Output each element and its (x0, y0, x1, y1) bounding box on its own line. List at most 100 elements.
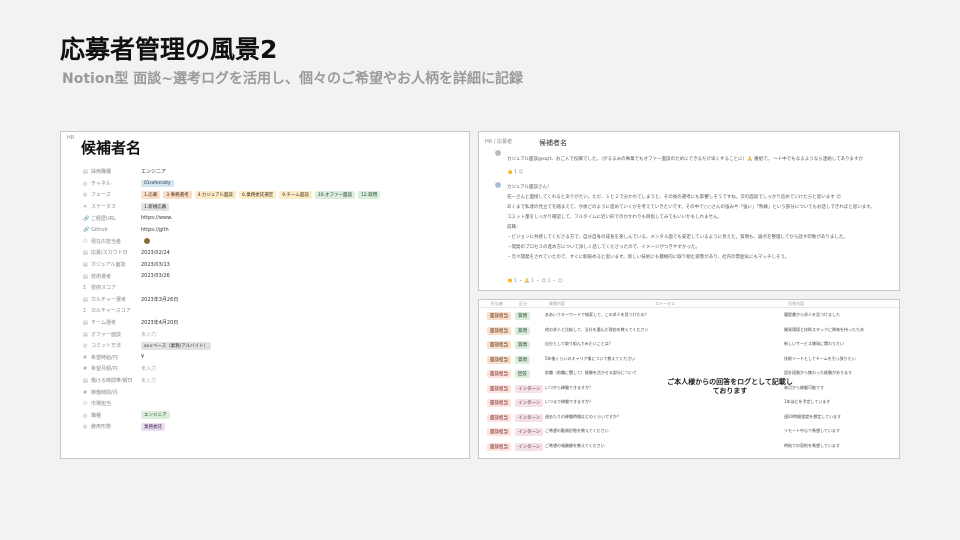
commenter-avatar (495, 182, 501, 188)
table-cell: インターン (515, 413, 544, 422)
property-value[interactable]: 未入力 (141, 365, 156, 372)
property-row[interactable]: ▤ カジュアル面談 2023/03/13 (83, 259, 463, 271)
table-row[interactable]: 面談担当 インターン いつまで稼働できますか？ 1年ほどを予定しています (479, 399, 899, 411)
table-row[interactable]: 面談担当 質問 自分として取り組んでみたいことは？ 新しいサービス開発に関わりたい (479, 341, 899, 353)
property-row[interactable]: ✳ ステータス 1.新規応募 (83, 201, 463, 213)
property-icon: ▤ (83, 250, 88, 257)
property-name: カジュアル面談 (91, 262, 126, 269)
table-header: 担当者 区分 質問内容 ステータス 回答内容 (479, 300, 899, 308)
property-icon: ◎ (83, 424, 88, 431)
property-name: フェーズ (91, 192, 111, 199)
table-cell: 週あたりの稼働時間はどのくらいですか？ (545, 413, 621, 419)
property-tag: 2023年3月26日 (141, 296, 179, 303)
property-value[interactable]: 01referralty (141, 179, 174, 187)
property-row[interactable]: ◎ コミット方法 os×ベース（業務/アルバイト） (83, 340, 463, 352)
property-tag: エンジニア (141, 169, 167, 176)
comment-line: コミット量をしっかり確認して、フルタイムに近い形でのかかわりも目指してみてもいい… (507, 215, 722, 220)
property-row[interactable]: ▤ 技術選考 2023/03/26 (83, 270, 463, 282)
table-row[interactable]: 面談担当 インターン ご希望の勤務形態を教えてください リモート中心で希望しています (479, 428, 899, 440)
property-name: Github (91, 226, 108, 233)
property-icon: Σ (83, 285, 87, 292)
property-row[interactable]: 🔗 Github https://gith (83, 224, 463, 236)
property-value[interactable]: 2023/03/13 (141, 262, 170, 268)
property-row[interactable]: ▤ オファー面談 未入力 (83, 328, 463, 340)
table-cell: 週20時間程度を想定しています (784, 413, 841, 419)
property-row[interactable]: ◎ チャネル 01referralty (83, 178, 463, 190)
property-value[interactable] (141, 238, 150, 245)
property-row[interactable]: ◎ 職種 エンジニア (83, 409, 463, 421)
property-row[interactable]: ⚇ 現在の担当者 (83, 236, 463, 248)
property-row[interactable]: ▤ チーム選考 2023年4月20日 (83, 317, 463, 329)
property-value[interactable]: 2023/02/24 (141, 250, 170, 256)
property-icon: ▤ (83, 320, 88, 327)
comment-log-screenshot: HR / 応募者 候補者名 カジュアル面談@sqrt、おご入で役職でした。（がる… (478, 131, 900, 291)
property-value[interactable]: 2023年3月26日 (141, 296, 178, 303)
table-cell: 自分として取り組んでみたいことは？ (545, 341, 613, 346)
annotation-callout: ご本人様からの回答をログとして記載しております (667, 378, 793, 395)
property-value[interactable]: 1.新規応募 (141, 202, 170, 211)
property-name: カルチャースコア (91, 308, 131, 315)
comment-line: カジュアル面談@sqrt、おご入で役職でした。（がるるみの事業でもオファー面談の… (507, 157, 864, 162)
property-value[interactable]: 業務委託 (141, 422, 165, 431)
qa-log-table-screenshot: 担当者 区分 質問内容 ステータス 回答内容 面談担当 質問 ああいうキーワードで検… (478, 299, 900, 459)
property-value[interactable]: エンジニア (141, 411, 170, 420)
table-row[interactable]: 面談担当 インターン ご希望の報酬額を教えてください 時給での契約を希望しています (479, 442, 899, 455)
property-row[interactable]: Σ 技術スコア (83, 282, 463, 294)
property-row[interactable]: ◎ 雇用形態 業務委託 (83, 421, 463, 433)
table-cell: 回答 (515, 370, 530, 378)
table-row[interactable]: 面談担当 質問 ああいうキーワードで検索して、この求人を見つけたの？ 履歴書から求人を… (479, 312, 899, 324)
table-cell: 設計段階から携わった経験があります (784, 370, 852, 375)
table-row[interactable]: 面談担当 インターン 週あたりの稼働時間はどのくらいですか？ 週20時間程度を想定して… (479, 413, 899, 426)
property-row[interactable]: # 稼働時間/月 (83, 386, 463, 398)
property-row[interactable]: # 希望時給/円 ¥ (83, 352, 463, 364)
property-value[interactable]: 2023年4月20日 (141, 319, 178, 326)
column-header: 担当者 (491, 300, 503, 306)
comment-1-reactions[interactable]: 👍 1 ☺ (507, 170, 523, 175)
slide-title: 応募者管理の風景2 (60, 35, 278, 64)
property-tag: 01referralty (141, 179, 174, 187)
property-row[interactable]: 🔗 ご経歴URL https://www. (83, 212, 463, 224)
property-row[interactable]: ⚇ 市場担当 (83, 398, 463, 410)
property-value[interactable]: https://www. (141, 215, 172, 221)
table-cell: いつから稼働できますか？ (545, 384, 593, 390)
property-row[interactable]: ▤ カルチャー選考 2023年3月26日 (83, 294, 463, 306)
property-tag: https://www. (141, 215, 173, 222)
table-cell: 面談担当 (487, 370, 511, 378)
property-value[interactable]: 未入力 (141, 331, 156, 338)
table-cell: インターン (515, 399, 544, 407)
table-cell: リモート中心で希望しています (784, 428, 840, 433)
property-icon: ▤ (83, 296, 88, 303)
property-tag: 3.事務選考 (163, 190, 192, 199)
property-row[interactable]: ◎ フェーズ 1.応募 3.事務選考 4.カジュアル面談 6.業務委託選定 9.チーム面談 1… (83, 189, 463, 201)
table-row[interactable]: 面談担当 質問 他の求人と比較して、当社を選んだ理由を教えてください 開発環境と技術ス… (479, 326, 899, 339)
property-row[interactable]: # 希望月額/円 未入力 (83, 363, 463, 375)
property-tag: 10.オファー面談 (314, 190, 356, 199)
property-tag: 業務委託 (141, 422, 165, 431)
candidate-name-title: 候補者名 (81, 139, 142, 157)
property-row[interactable]: ▤ 採用職種 エンジニア (83, 166, 463, 178)
property-value[interactable]: ¥ (141, 354, 144, 360)
property-value[interactable]: https://gith (141, 227, 169, 233)
breadcrumb: HR / 応募者 (485, 139, 513, 145)
table-row[interactable]: 面談担当 質問 5年後くらいのキャリア像について教えてください 技術リードとしてチーム… (479, 355, 899, 368)
property-value[interactable]: 1.応募 3.事務選考 4.カジュアル面談 6.業務委託選定 9.チーム面談 10.オファ… (141, 190, 381, 199)
comment-line: あくまで私達の見立てを踏まえて、今後どのように進めていくかを考えていきたいです。… (507, 205, 875, 210)
table-cell: 面談担当 (487, 428, 511, 436)
property-row[interactable]: ▤ 応募/スカウト日 2023/02/24 (83, 247, 463, 259)
property-name: ご経歴URL (91, 215, 116, 222)
property-row[interactable]: ▤ 働ける時間帯/曜日 未入力 (83, 375, 463, 387)
property-value[interactable]: 未入力 (141, 377, 156, 384)
property-row[interactable]: Σ カルチャースコア (83, 305, 463, 317)
property-name: 市場担当 (91, 401, 112, 408)
property-name: 技術選考 (91, 273, 112, 280)
comment-2-reactions[interactable]: 👏 1 ・ 🙏 1 ・ 😊 1 ・ ☺ (507, 278, 563, 284)
property-value[interactable]: os×ベース（業務/アルバイト） (141, 341, 212, 350)
table-cell: 質問 (515, 326, 530, 335)
property-name: 技術スコア (91, 285, 117, 292)
property-icon: ▤ (83, 169, 88, 176)
property-value[interactable]: エンジニア (141, 168, 166, 175)
table-cell: 面談担当 (487, 355, 511, 364)
table-cell: 質問 (515, 341, 530, 349)
property-value[interactable]: 2023/03/26 (141, 273, 170, 279)
property-tag: 6.業務委託選定 (238, 190, 277, 199)
